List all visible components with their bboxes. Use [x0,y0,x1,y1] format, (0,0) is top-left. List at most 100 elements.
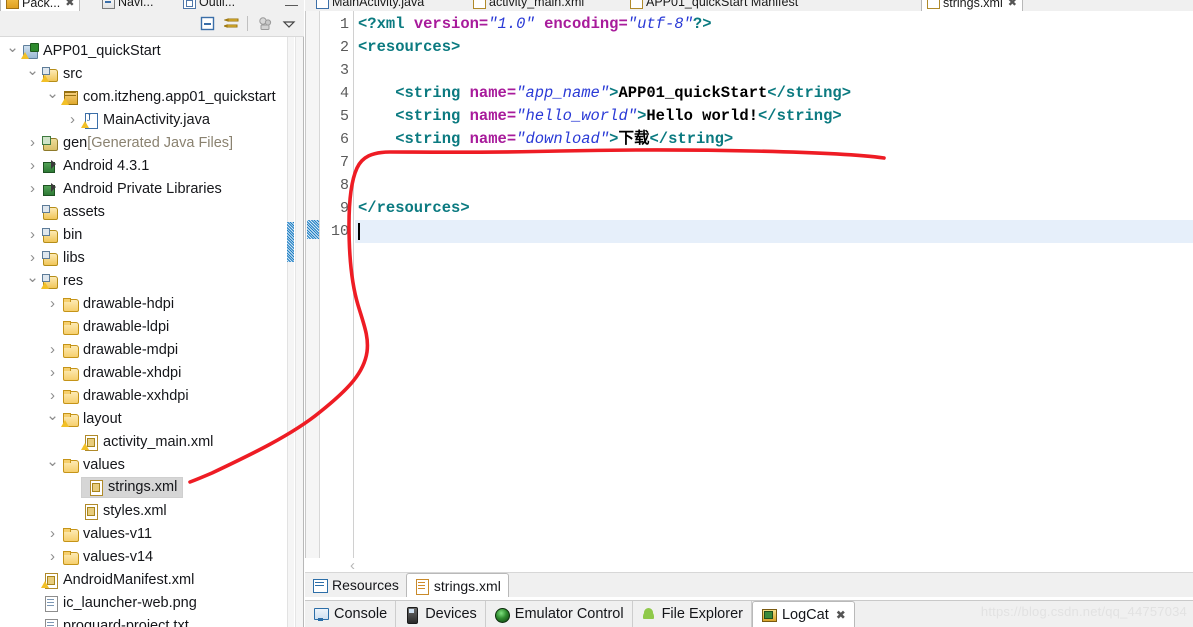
tree-item[interactable]: bin [0,223,288,246]
tab-navigator[interactable]: Navi... [97,0,158,11]
tree-item[interactable]: APP01_quickStart [0,39,288,62]
tree-item[interactable]: activity_main.xml [0,430,288,453]
tree-item[interactable]: AndroidManifest.xml [0,568,288,591]
chevron-right-icon[interactable] [44,526,61,541]
chevron-right-icon[interactable] [24,250,41,265]
xml-source-editor[interactable]: 1 2 3 4 5 6 7 8 9 10 <?xml version="1.0" encoding… [305,11,1193,558]
tree-item[interactable]: values [0,453,288,476]
tree-item[interactable]: res [0,269,288,292]
chevron-down-icon[interactable] [4,43,21,58]
code-line: <string name="hello_world">Hello world!<… [358,105,842,128]
tree-scrollbar-track-outer[interactable] [295,37,303,627]
folder-icon [61,365,79,381]
tree-item-label: assets [63,203,105,220]
tree-item[interactable]: strings.xml [0,476,288,499]
chevron-down-icon[interactable] [44,89,61,104]
close-icon[interactable]: ✖ [65,0,74,9]
close-icon[interactable]: ✖ [836,608,846,622]
folder-icon [61,296,79,312]
warning-badge-icon [61,419,69,427]
tree-item[interactable]: values-v14 [0,545,288,568]
tree-item[interactable]: proguard-project.txt [0,614,288,627]
tree-item[interactable]: Android Private Libraries [0,177,288,200]
tab-package-explorer[interactable]: Pack... ✖ [0,0,81,11]
chevron-down-icon[interactable] [24,66,41,81]
focus-on-active-task-button[interactable] [254,14,276,34]
bottom-tab-label: LogCat [781,606,829,623]
line-number: 8 [339,177,349,194]
left-view-tabstrip: Pack... ✖ Navi... Outli... — [0,0,304,11]
tree-item[interactable]: MainActivity.java [0,108,288,131]
tree-item[interactable]: drawable-xhdpi [0,361,288,384]
editor-horizontal-scrollbar[interactable] [305,558,1193,572]
tab-manifest[interactable]: APP01_quickStart Manifest [625,0,803,11]
collapse-all-button[interactable] [197,14,219,34]
chevron-down-icon[interactable] [24,273,41,288]
chevron-right-icon[interactable] [24,158,41,173]
chevron-down-icon[interactable] [44,457,61,472]
tab-outline[interactable]: Outli... [178,0,240,11]
chevron-right-icon[interactable] [44,549,61,564]
code-token: "hello_world" [516,107,638,125]
project-tree[interactable]: APP01_quickStartsrccom.itzheng.app01_qui… [0,37,288,627]
tree-item-content: src [41,66,82,82]
bottom-tab-file-explorer[interactable]: File Explorer [633,601,752,627]
tree-item[interactable]: ic_launcher-web.png [0,591,288,614]
editor-code-area[interactable]: <?xml version="1.0" encoding="utf-8"?> <r… [355,11,1193,558]
chevron-right-icon[interactable] [24,227,41,242]
chevron-right-icon[interactable] [24,135,41,150]
page-tab-resources[interactable]: Resources [305,573,406,597]
code-token: </resources> [358,199,470,217]
tree-item-suffix: [Generated Java Files] [87,134,234,151]
tab-mainactivity-java[interactable]: MainActivity.java [311,0,429,11]
tree-item[interactable]: assets [0,200,288,223]
line-marker-annotation [307,220,319,239]
tree-item[interactable]: drawable-mdpi [0,338,288,361]
tree-item[interactable]: drawable-xxhdpi [0,384,288,407]
page-tab-label: Resources [332,577,399,593]
view-menu-button[interactable] [278,14,300,34]
bottom-tab-emulator-control[interactable]: Emulator Control [486,601,633,627]
bottom-tab-logcat[interactable]: LogCat ✖ [751,601,855,627]
tree-item[interactable]: drawable-ldpi [0,315,288,338]
tree-item[interactable]: libs [0,246,288,269]
chevron-right-icon[interactable] [44,388,61,403]
tree-scrollbar-thumb[interactable] [287,222,294,262]
source-folder-icon [41,66,59,82]
tree-item[interactable]: src [0,62,288,85]
tree-item[interactable]: Android 4.3.1 [0,154,288,177]
folder-icon [61,342,79,358]
chevron-right-icon[interactable] [44,342,61,357]
bottom-tab-console[interactable]: Console [305,601,397,627]
tree-item[interactable]: values-v11 [0,522,288,545]
bottom-tab-devices[interactable]: Devices [396,601,486,627]
chevron-right-icon[interactable] [64,112,81,127]
chevron-right-icon[interactable] [44,296,61,311]
chevron-down-icon[interactable] [44,411,61,426]
close-icon[interactable]: ✖ [1008,0,1017,9]
xml-file-icon [81,434,99,451]
tab-activity-main-xml[interactable]: activity_main.xml [468,0,589,11]
tree-item[interactable]: drawable-hdpi [0,292,288,315]
chevron-right-icon[interactable] [24,181,41,196]
tree-item-label: ic_launcher-web.png [63,594,197,611]
tab-label: activity_main.xml [489,0,585,9]
editor-marker-bar[interactable] [306,11,320,558]
tree-item[interactable]: layout [0,407,288,430]
tree-item-label: com.itzheng.app01_quickstart [83,88,276,105]
bottom-tab-label: Devices [425,606,477,622]
tree-item[interactable]: gen [Generated Java Files] [0,131,288,154]
tree-item[interactable]: com.itzheng.app01_quickstart [0,85,288,108]
tree-scrollbar-track[interactable] [287,37,294,627]
link-with-editor-button[interactable] [221,14,243,34]
line-number: 1 [339,16,349,33]
tree-item-content: values-v11 [61,526,152,542]
tree-item-content: proguard-project.txt [41,618,189,627]
minimize-icon[interactable]: — [285,0,298,11]
page-tab-strings-xml[interactable]: strings.xml [405,573,509,597]
code-token: </string> [649,130,734,148]
tree-item[interactable]: styles.xml [0,499,288,522]
chevron-right-icon[interactable] [44,365,61,380]
tab-strings-xml[interactable]: strings.xml ✖ [921,0,1023,11]
tree-item-content: com.itzheng.app01_quickstart [61,89,276,105]
